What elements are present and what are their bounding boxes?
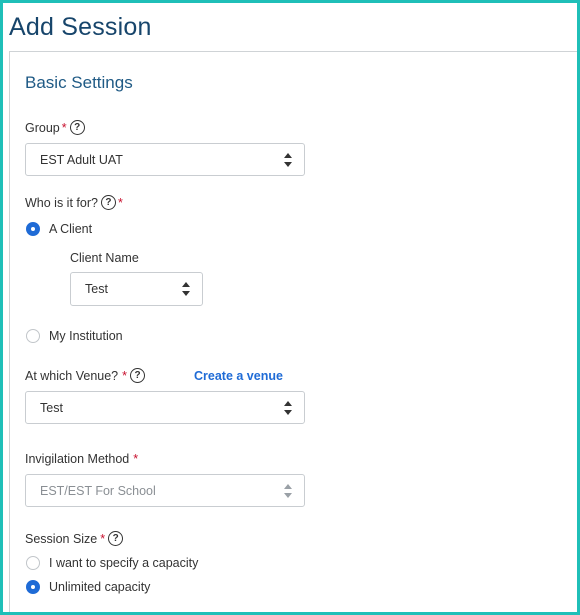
basic-settings-panel: Basic Settings Group * ? EST Adult UAT W…: [9, 51, 577, 612]
client-name-label-text: Client Name: [70, 251, 139, 265]
radio-label: My Institution: [49, 329, 123, 343]
radio-unlimited-capacity[interactable]: Unlimited capacity: [26, 580, 150, 594]
radio-checked-icon[interactable]: [26, 580, 40, 594]
radio-a-client[interactable]: A Client: [26, 222, 92, 236]
radio-label: Unlimited capacity: [49, 580, 151, 594]
required-marker: *: [100, 531, 106, 546]
who-for-label: Who is it for? ? *: [25, 195, 123, 210]
select-arrows-icon: [182, 282, 190, 296]
invigilation-select: EST/EST For School: [25, 474, 305, 507]
select-arrows-icon: [284, 152, 292, 167]
select-arrows-icon: [284, 400, 292, 415]
client-name-label: Client Name: [70, 251, 139, 265]
session-size-label-text: Session Size: [25, 531, 98, 546]
invigilation-label-text: Invigilation Method: [25, 452, 130, 466]
venue-select-value: Test: [40, 400, 63, 415]
help-icon[interactable]: ?: [100, 195, 116, 210]
who-for-label-text: Who is it for?: [25, 195, 98, 210]
client-name-select-value: Test: [85, 282, 108, 296]
create-venue-link[interactable]: Create a venue: [194, 369, 283, 383]
radio-unchecked-icon[interactable]: [26, 556, 40, 570]
section-title: Basic Settings: [25, 73, 133, 92]
required-marker: *: [61, 120, 67, 135]
radio-checked-icon[interactable]: [26, 222, 40, 236]
client-name-select[interactable]: Test: [70, 272, 203, 306]
help-icon[interactable]: ?: [69, 120, 85, 135]
radio-label: A Client: [49, 222, 93, 236]
invigilation-select-value: EST/EST For School: [40, 483, 156, 498]
invigilation-label: Invigilation Method *: [25, 452, 138, 466]
window-frame: Add Session Basic Settings Group * ? EST…: [0, 0, 580, 615]
required-marker: *: [133, 452, 139, 466]
required-marker: *: [117, 195, 123, 210]
required-marker: *: [122, 368, 127, 383]
radio-unchecked-icon[interactable]: [26, 329, 40, 343]
radio-specify-capacity[interactable]: I want to specify a capacity: [26, 556, 198, 570]
group-select-value: EST Adult UAT: [40, 152, 123, 167]
help-icon[interactable]: ?: [108, 531, 124, 546]
page-title: Add Session: [9, 13, 152, 41]
group-select[interactable]: EST Adult UAT: [25, 143, 305, 176]
venue-label-text: At which Venue?: [25, 368, 119, 383]
group-label: Group * ?: [25, 120, 85, 135]
radio-label: I want to specify a capacity: [49, 556, 199, 570]
select-arrows-icon: [284, 483, 292, 498]
venue-select[interactable]: Test: [25, 391, 305, 424]
group-label-text: Group: [25, 120, 60, 135]
session-size-label: Session Size * ?: [25, 531, 124, 546]
radio-my-institution[interactable]: My Institution: [26, 329, 123, 343]
venue-label: At which Venue? * ?: [25, 368, 145, 383]
help-icon[interactable]: ?: [130, 368, 145, 383]
